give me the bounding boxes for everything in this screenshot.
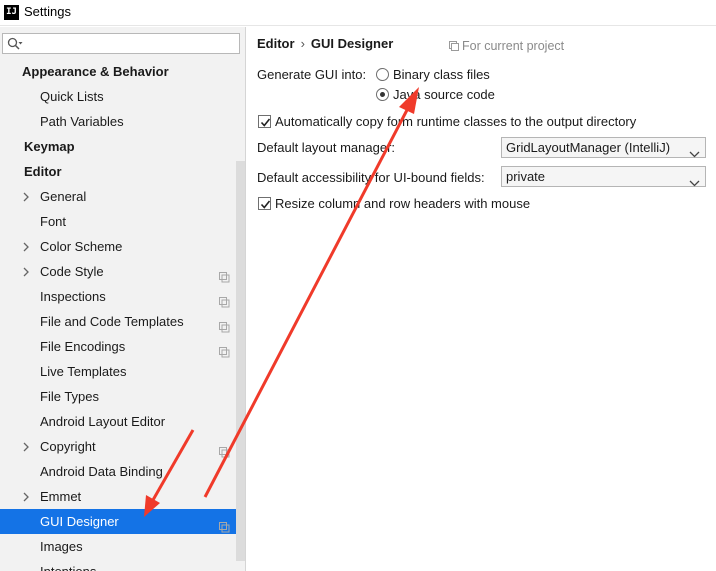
sidebar-item-label: Android Data Binding — [40, 464, 163, 479]
sidebar-item-keymap[interactable]: Keymap — [0, 134, 236, 159]
project-scope-icon — [219, 341, 230, 358]
resize-headers-label[interactable]: Resize column and row headers with mouse — [275, 196, 530, 211]
layout-manager-label: Default layout manager: — [257, 140, 396, 155]
sidebar-scrollbar[interactable] — [236, 161, 245, 561]
sidebar-item-label: Keymap — [24, 139, 75, 154]
sidebar-item-label: File and Code Templates — [40, 314, 184, 329]
sidebar-item-label: Copyright — [40, 439, 96, 454]
sidebar-item-label: File Types — [40, 389, 100, 404]
sidebar-item-label: Emmet — [40, 489, 82, 504]
sidebar-item-label: Quick Lists — [40, 89, 104, 104]
sidebar-item-path-variables[interactable]: Path Variables — [0, 109, 236, 134]
sidebar-item-images[interactable]: Images — [0, 534, 236, 559]
layout-manager-value: GridLayoutManager (IntelliJ) — [506, 140, 671, 155]
chevron-down-icon — [689, 144, 700, 163]
current-project-label: For current project — [462, 39, 565, 53]
sidebar-item-label: Inspections — [40, 289, 106, 304]
settings-search-input[interactable] — [2, 33, 240, 54]
chevron-right-icon[interactable] — [22, 484, 32, 509]
radio-binary-class-files[interactable] — [376, 68, 389, 81]
sidebar-item-intentions[interactable]: Intentions — [0, 559, 236, 571]
chevron-right-icon[interactable] — [22, 259, 32, 284]
sidebar-item-label: Intentions — [40, 559, 96, 571]
sidebar-item-label: File Encodings — [40, 339, 126, 354]
sidebar-item-label: Path Variables — [40, 114, 124, 129]
sidebar-item-live-templates[interactable]: Live Templates — [0, 359, 236, 384]
auto-copy-checkbox[interactable] — [258, 115, 271, 128]
sidebar-item-label: Images — [40, 539, 83, 554]
project-scope-icon — [449, 40, 459, 51]
sidebar-item-label: Color Scheme — [40, 239, 123, 254]
settings-sidebar: Appearance & Behavior Quick Lists Path Var… — [0, 27, 246, 571]
radio-java-source-code[interactable] — [376, 88, 389, 101]
sidebar-item-code-style[interactable]: Code Style — [0, 259, 236, 284]
sidebar-item-file-types[interactable]: File Types — [0, 384, 236, 409]
project-scope-icon — [219, 441, 230, 458]
generate-gui-label: Generate GUI into: — [257, 67, 367, 82]
accessibility-select[interactable]: private — [501, 166, 706, 187]
breadcrumb-separator: › — [300, 36, 305, 51]
accessibility-label: Default accessibility for UI-bound field… — [257, 170, 485, 185]
radio-binary-label[interactable]: Binary class files — [393, 67, 490, 82]
sidebar-item-color-scheme[interactable]: Color Scheme — [0, 234, 236, 259]
sidebar-item-appearance-behavior[interactable]: Appearance & Behavior — [0, 59, 236, 84]
sidebar-item-file-encodings[interactable]: File Encodings — [0, 334, 236, 359]
breadcrumb-item-gui-designer: GUI Designer — [310, 36, 394, 51]
project-scope-icon — [219, 316, 230, 333]
sidebar-item-label: Editor — [24, 164, 62, 179]
sidebar-item-label: Code Style — [40, 264, 104, 279]
sidebar-item-android-data-binding[interactable]: Android Data Binding — [0, 459, 236, 484]
sidebar-item-label: Font — [40, 214, 67, 229]
window-title: Settings — [24, 4, 71, 19]
breadcrumb-item-editor: Editor — [257, 36, 295, 51]
chevron-right-icon[interactable] — [22, 434, 32, 459]
current-project-note: For current project — [449, 39, 564, 53]
project-scope-icon — [219, 516, 230, 533]
chevron-down-icon — [689, 173, 700, 192]
sidebar-item-font[interactable]: Font — [0, 209, 236, 234]
auto-copy-label[interactable]: Automatically copy form runtime classes … — [275, 114, 636, 129]
sidebar-item-file-and-code-templates[interactable]: File and Code Templates — [0, 309, 236, 334]
sidebar-item-general[interactable]: General — [0, 184, 236, 209]
resize-headers-checkbox[interactable] — [258, 197, 271, 210]
gui-designer-panel: Editor › GUI Designer For current project … — [247, 27, 716, 571]
accessibility-value: private — [506, 169, 546, 184]
sidebar-item-label: GUI Designer — [40, 514, 119, 529]
chevron-right-icon[interactable] — [22, 184, 32, 209]
sidebar-item-label: Appearance & Behavior — [22, 64, 169, 79]
sidebar-item-copyright[interactable]: Copyright — [0, 434, 236, 459]
sidebar-item-editor[interactable]: Editor — [0, 159, 236, 184]
breadcrumb: Editor › GUI Designer — [257, 36, 393, 51]
sidebar-item-label: Android Layout Editor — [40, 414, 166, 429]
project-scope-icon — [219, 266, 230, 283]
title-bar: IJ Settings — [0, 0, 716, 26]
sidebar-item-emmet[interactable]: Emmet — [0, 484, 236, 509]
sidebar-item-quick-lists[interactable]: Quick Lists — [0, 84, 236, 109]
layout-manager-select[interactable]: GridLayoutManager (IntelliJ) — [501, 137, 706, 158]
sidebar-item-gui-designer[interactable]: GUI Designer — [0, 509, 245, 534]
sidebar-item-inspections[interactable]: Inspections — [0, 284, 236, 309]
sidebar-item-label: General — [40, 189, 87, 204]
sidebar-item-android-layout-editor[interactable]: Android Layout Editor — [0, 409, 236, 434]
search-icon — [7, 37, 23, 51]
sidebar-item-label: Live Templates — [40, 364, 127, 379]
radio-java-label[interactable]: Java source code — [393, 87, 495, 102]
intellij-logo-icon: IJ — [4, 5, 19, 20]
chevron-right-icon[interactable] — [22, 234, 32, 259]
project-scope-icon — [219, 291, 230, 308]
